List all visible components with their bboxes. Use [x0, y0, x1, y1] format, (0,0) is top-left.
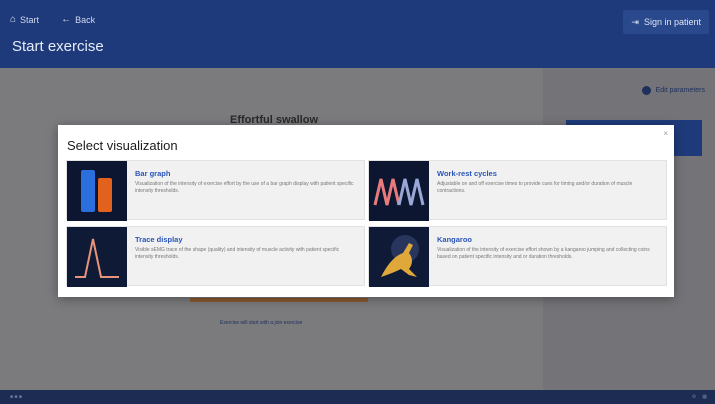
option-description: Visible sEMG trace of the shape (quality…: [135, 247, 340, 260]
nav-back-link[interactable]: Back: [75, 15, 95, 25]
option-name: Bar graph: [135, 169, 171, 178]
select-visualization-dialog: Select visualization × Bar graph Visuali…: [58, 125, 674, 297]
app-header: ⌂ Start ← Back Start exercise ⇥ Sign in …: [0, 0, 715, 68]
exercise-start-note: Exercise will start with a join exercise: [220, 320, 303, 326]
sign-in-icon: ⇥: [631, 16, 639, 27]
sign-in-patient-button[interactable]: ⇥ Sign in patient: [623, 10, 709, 34]
start-bar: [190, 298, 368, 302]
trace-icon: [67, 227, 127, 287]
sign-in-label: Sign in patient: [643, 17, 701, 27]
page-title: Start exercise: [12, 38, 104, 55]
option-bar-graph[interactable]: Bar graph Visualization of the intensity…: [66, 160, 365, 221]
status-item: ■ ■ ■: [10, 394, 22, 400]
work-rest-icon: [369, 161, 429, 221]
option-name: Trace display: [135, 235, 183, 244]
breadcrumb: ⌂ Start ← Back: [10, 14, 95, 25]
edit-parameters-link[interactable]: Edit parameters: [641, 86, 705, 95]
nav-start-link[interactable]: Start: [20, 15, 39, 25]
option-kangaroo[interactable]: Kangaroo Visualization of the intensity …: [368, 226, 667, 287]
edit-parameters-label: Edit parameters: [655, 87, 705, 94]
back-arrow-icon[interactable]: ←: [61, 14, 71, 25]
option-name: Kangaroo: [437, 235, 473, 244]
option-description: Adjustable on and off exercise times to …: [437, 181, 633, 194]
option-name: Work-rest cycles: [437, 169, 497, 178]
option-description: Visualization of the intensity of exerci…: [437, 247, 650, 260]
kangaroo-icon: [369, 227, 429, 287]
home-icon[interactable]: ⌂: [10, 14, 16, 25]
status-bar: ■ ■ ■ ⚙ ▦: [0, 390, 715, 404]
option-work-rest-cycles[interactable]: Work-rest cycles Adjustable on and off e…: [368, 160, 667, 221]
settings-icon[interactable]: ⚙: [692, 394, 696, 400]
grid-icon[interactable]: ▦: [702, 394, 707, 400]
option-description: Visualization of the intensity of exerci…: [135, 181, 354, 194]
gear-icon: [641, 86, 651, 95]
option-trace-display[interactable]: Trace display Visible sEMG trace of the …: [66, 226, 365, 287]
bar-graph-icon: [67, 161, 127, 221]
dialog-title: Select visualization: [67, 138, 178, 153]
status-icons: ⚙ ▦: [692, 394, 715, 400]
close-icon[interactable]: ×: [663, 129, 668, 138]
